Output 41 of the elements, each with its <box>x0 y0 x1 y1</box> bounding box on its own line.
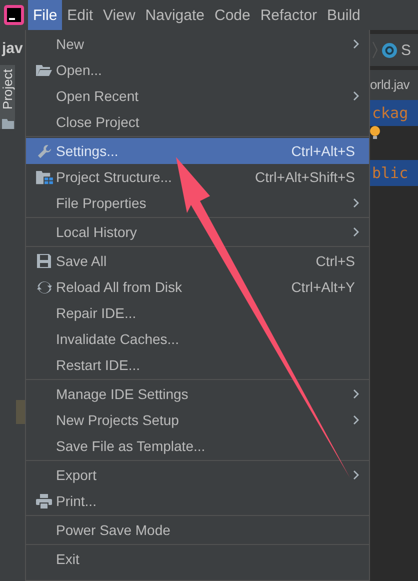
menu-item[interactable]: Export <box>26 462 369 488</box>
menu-bar-item[interactable]: Refactor <box>255 0 322 30</box>
menu-bar-item[interactable]: Build <box>322 0 366 30</box>
wrench-icon <box>36 144 52 158</box>
scroll-marker <box>16 400 25 424</box>
menu-item[interactable]: Print... <box>26 488 369 514</box>
chevron-right-icon <box>372 40 378 60</box>
menu-item[interactable]: Exit <box>26 546 369 572</box>
menu-item[interactable]: File Properties <box>26 190 369 216</box>
menu-bar-item[interactable]: Navigate <box>140 0 210 30</box>
printer-icon <box>36 494 52 508</box>
folder-icon <box>36 64 52 76</box>
menu-bar-item[interactable]: Code <box>209 0 256 30</box>
menu-item[interactable]: Save File as Template... <box>26 433 369 459</box>
menu-item[interactable]: Manage IDE Settings <box>26 381 369 407</box>
menu-item[interactable]: Close Project <box>26 109 369 135</box>
lightbulb-icon <box>370 126 380 140</box>
editor-tab[interactable]: orld.jav <box>370 70 418 100</box>
menu-bar-item[interactable]: View <box>98 0 140 30</box>
menu-item[interactable]: Settings... Ctrl+Alt+S <box>26 138 369 164</box>
menu-item[interactable]: Restart IDE... <box>26 352 369 378</box>
class-icon <box>382 42 397 58</box>
menu-item[interactable]: Invalidate Caches... <box>26 326 369 352</box>
menu-bar-item[interactable]: File <box>28 0 62 30</box>
project-name: jav <box>0 39 24 57</box>
menu-item[interactable]: New <box>26 31 369 57</box>
menu-item[interactable]: Reload All from Disk Ctrl+Alt+Y <box>26 274 369 300</box>
menu-item[interactable]: Power Save Mode <box>26 517 369 543</box>
menu-item[interactable]: Open Recent <box>26 83 369 109</box>
menu-item[interactable]: New Projects Setup <box>26 407 369 433</box>
menu-item[interactable]: Local History <box>26 219 369 245</box>
menu-item[interactable]: Repair IDE... <box>26 300 369 326</box>
menu-item[interactable]: Open... <box>26 57 369 83</box>
menu-item[interactable]: Save All Ctrl+S <box>26 248 369 274</box>
reload-icon <box>36 280 52 294</box>
menu-bar-item[interactable]: Edit <box>62 0 98 30</box>
app-logo-icon[interactable] <box>4 5 24 25</box>
folder-grid-icon <box>36 170 52 184</box>
menu-item[interactable]: Project Structure... Ctrl+Alt+Shift+S <box>26 164 369 190</box>
breadcrumb-item[interactable]: S <box>401 42 412 58</box>
folder-icon <box>2 119 14 130</box>
